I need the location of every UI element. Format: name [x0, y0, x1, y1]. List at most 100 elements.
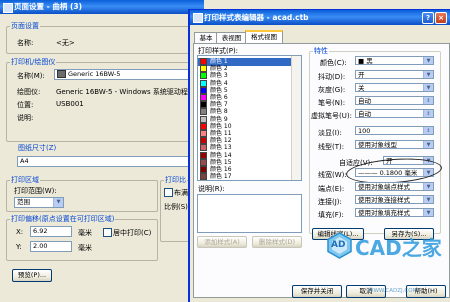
- center-plot-checkbox[interactable]: [103, 228, 112, 237]
- chevron-down-icon: ▼: [423, 141, 433, 148]
- grayscale-value: 关: [358, 84, 365, 92]
- grayscale-select[interactable]: 关 ▼: [355, 83, 434, 92]
- add-style-button[interactable]: 添加样式(A): [197, 236, 247, 248]
- center-plot-label: 居中打印(C): [113, 229, 152, 237]
- editor-titlebar[interactable]: 打印样式表编辑器 - acad.ctb ? ×: [190, 10, 450, 25]
- chevron-down-icon: ▼: [53, 198, 63, 207]
- grayscale-label: 灰度(G):: [318, 86, 346, 94]
- color-swatch-icon: [200, 144, 207, 152]
- linetype-value: 使用对象线型: [358, 141, 397, 149]
- page-setup-title: 页面设置 - 曲柄 (3): [14, 2, 83, 11]
- plot-range-value: 范围: [17, 198, 30, 206]
- joinstyle-label: 连接(J):: [318, 198, 342, 206]
- printer-name-select[interactable]: Generic 16BW-5: [54, 69, 194, 80]
- paper-size-select[interactable]: A4: [17, 156, 194, 167]
- list-item[interactable]: 颜色 17: [198, 173, 301, 181]
- description-label: 说明:: [17, 114, 34, 122]
- lineweight-label: 线宽(W):: [318, 171, 347, 179]
- help-icon[interactable]: ?: [422, 12, 434, 24]
- endstyle-label: 端点(E):: [318, 185, 345, 193]
- screening-input[interactable]: 100 ⇕: [355, 126, 434, 135]
- spinner-icon: ⇕: [423, 97, 433, 104]
- spinner-icon: ⇕: [423, 110, 433, 117]
- virtual-pen-label: 虚拟笔号(U):: [311, 112, 352, 120]
- save-and-close-button[interactable]: 保存并关闭: [292, 285, 342, 298]
- printer-group-label: 打印机/绘图仪: [10, 57, 57, 67]
- app-icon: [3, 3, 13, 13]
- color-swatch-icon: [200, 108, 207, 116]
- screening-label: 淡显(I):: [318, 129, 342, 137]
- page-setup-name-label: 名称:: [17, 39, 34, 47]
- chevron-down-icon: ▼: [423, 57, 433, 64]
- offset-x-unit: 毫米: [78, 229, 92, 237]
- dither-select[interactable]: 开 ▼: [355, 70, 434, 79]
- plot-range-label: 打印范围(W):: [14, 187, 57, 195]
- color-label: 颜色(C):: [320, 59, 347, 67]
- cad-logo-icon: AD: [326, 232, 353, 259]
- page-setup-name-value: <无>: [56, 39, 75, 47]
- color-swatch-icon: [200, 151, 207, 159]
- style-description-box[interactable]: [197, 194, 302, 233]
- fillstyle-label: 填充(F):: [318, 211, 344, 219]
- location-value: USB001: [56, 100, 84, 108]
- pen-number-value: 自动: [358, 97, 371, 105]
- color-swatch-icon: [200, 173, 207, 180]
- plot-range-select[interactable]: 范围 ▼: [14, 197, 64, 208]
- offset-y-label: Y:: [16, 243, 22, 251]
- linetype-select[interactable]: 使用对象线型 ▼: [355, 140, 434, 149]
- paper-size-label: 图纸尺寸(Z): [17, 143, 58, 153]
- endstyle-value: 使用对象端点样式: [358, 183, 410, 191]
- chevron-down-icon: ▼: [423, 209, 433, 216]
- color-swatch-icon: [200, 79, 207, 87]
- color-swatch-icon: [200, 122, 207, 130]
- plot-styles-list[interactable]: 颜色 1 颜色 2 颜色 3 颜色 4 颜色 5 颜色 6 颜色 7 颜色 8 颜色 9 颜色 1…: [197, 55, 302, 181]
- dither-value: 开: [358, 71, 365, 79]
- page-setup-window: 页面设置 - 曲柄 (3) 页面设置 名称: <无> 打印机/绘图仪 名称(M)…: [0, 0, 204, 302]
- color-swatch-icon: [200, 86, 207, 94]
- dither-label: 抖动(D):: [318, 73, 346, 81]
- close-icon[interactable]: ×: [435, 12, 447, 24]
- chevron-down-icon: ▼: [423, 183, 433, 190]
- virtual-pen-value: 自动: [358, 110, 371, 118]
- watermark-url-text: WWW.CADZJ.COM: [368, 288, 418, 294]
- plotter-label: 绘图仪:: [17, 88, 41, 96]
- fillstyle-select[interactable]: 使用对象填充样式 ▼: [355, 208, 434, 217]
- watermark-logo-text: CAD之家: [355, 236, 442, 260]
- plot-offset-group-label: 打印偏移(原点设置在可打印区域): [10, 214, 116, 224]
- chevron-down-icon: ▼: [423, 84, 433, 91]
- offset-x-label: X:: [16, 228, 24, 236]
- color-swatch-icon: [200, 101, 207, 109]
- offset-x-input[interactable]: 6.92: [30, 226, 72, 237]
- color-swatch-icon: [200, 94, 207, 101]
- editor-title: 打印样式表编辑器 - acad.ctb: [204, 13, 309, 22]
- properties-group-label: 特性: [313, 46, 329, 56]
- printer-name-value: Generic 16BW-5: [68, 70, 121, 78]
- chevron-down-icon: ▼: [423, 71, 433, 78]
- color-swatch-icon: [200, 65, 207, 73]
- fit-paper-checkbox[interactable]: [164, 188, 173, 197]
- joinstyle-select[interactable]: 使用对象连接样式 ▼: [355, 195, 434, 204]
- printer-name-label: 名称(M):: [17, 72, 45, 80]
- plotter-value: Generic 16BW-5 - Windows 系统驱动程序 -: [56, 88, 192, 96]
- endstyle-select[interactable]: 使用对象端点样式 ▼: [355, 182, 434, 191]
- list-scrollbar[interactable]: [291, 56, 301, 180]
- style-name: 颜色 17: [210, 173, 232, 181]
- pen-number-input[interactable]: 自动 ⇕: [355, 96, 434, 105]
- app-icon: [193, 13, 203, 23]
- color-swatch-icon: [200, 137, 207, 145]
- page-setup-titlebar[interactable]: 页面设置 - 曲柄 (3): [0, 0, 204, 14]
- location-label: 位置:: [17, 101, 34, 109]
- plot-area-group-label: 打印区域: [10, 175, 40, 185]
- color-swatch-icon: [200, 115, 207, 123]
- color-select[interactable]: ■ 黑 ▼: [355, 56, 434, 65]
- scale-ratio-label: 比例(S): [164, 203, 188, 211]
- logo-badge-text: AD: [331, 240, 346, 250]
- plot-scale-group-label: 打印比: [164, 175, 187, 185]
- color-swatch-icon: [200, 130, 207, 137]
- style-description-label: 说明(R):: [198, 185, 225, 193]
- preview-button[interactable]: 预览(P)...: [12, 269, 52, 282]
- offset-y-input[interactable]: 2.00: [30, 241, 72, 252]
- delete-style-button[interactable]: 删除样式(D): [252, 236, 302, 248]
- virtual-pen-input[interactable]: 自动 ⇕: [355, 109, 434, 118]
- color-swatch-icon: [200, 158, 207, 166]
